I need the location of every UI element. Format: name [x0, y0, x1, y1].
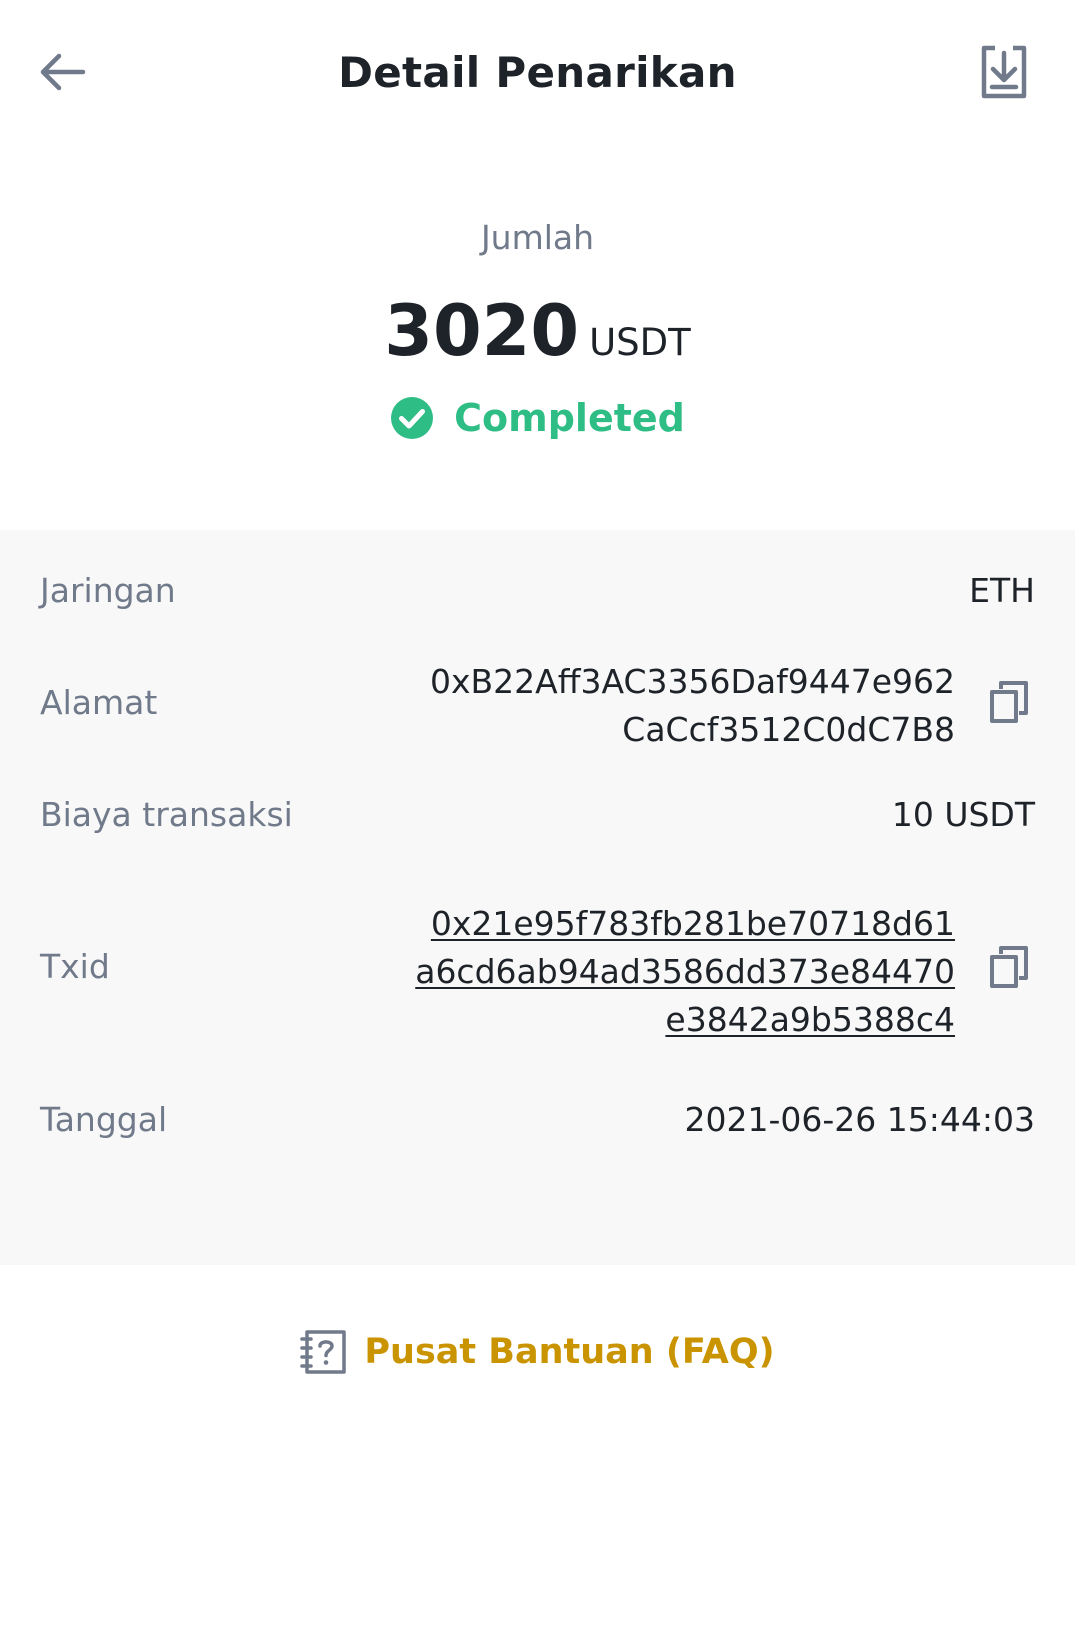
address-label: Alamat — [40, 683, 158, 722]
txid-label: Txid — [40, 947, 110, 986]
status-badge: Completed — [0, 396, 1075, 440]
fee-label: Biaya transaksi — [40, 795, 293, 834]
fee-value: 10 USDT — [891, 795, 1035, 834]
check-circle-icon — [391, 397, 434, 439]
txid-line[interactable]: e3842a9b5388c4 — [415, 996, 955, 1044]
txid-line[interactable]: 0x21e95f783fb281be70718d61 — [415, 900, 955, 948]
txid-line[interactable]: a6cd6ab94ad3586dd373e84470 — [415, 948, 955, 996]
app-header: Detail Penarikan — [0, 0, 1075, 150]
status-text: Completed — [454, 396, 685, 440]
address-value: 0xB22Aff3AC3356Daf9447e962 CaCcf3512C0dC… — [430, 658, 955, 754]
date-label: Tanggal — [40, 1100, 168, 1139]
amount-unit: USDT — [589, 321, 691, 364]
download-icon — [981, 45, 1027, 99]
help-center-link[interactable]: Pusat Bantuan (FAQ) — [0, 1328, 1075, 1376]
date-value: 2021-06-26 15:44:03 — [684, 1100, 1035, 1139]
copy-address-button[interactable] — [985, 678, 1033, 726]
address-line: 0xB22Aff3AC3356Daf9447e962 — [429, 662, 955, 701]
withdrawal-details-panel: Jaringan ETH Alamat 0xB22Aff3AC3356Daf94… — [0, 530, 1075, 1265]
amount-value: 3020 — [384, 290, 580, 372]
copy-icon — [990, 946, 1028, 988]
amount-display: 3020 USDT — [0, 290, 1075, 372]
address-line: CaCcf3512C0dC7B8 — [622, 710, 955, 749]
amount-label: Jumlah — [480, 218, 595, 257]
copy-icon — [990, 681, 1028, 723]
network-value: ETH — [969, 571, 1035, 610]
txid-value-link[interactable]: 0x21e95f783fb281be70718d61 a6cd6ab94ad35… — [415, 900, 955, 1044]
download-button[interactable] — [972, 40, 1036, 104]
copy-txid-button[interactable] — [985, 943, 1033, 991]
help-center-label[interactable]: Pusat Bantuan (FAQ) — [364, 1332, 774, 1372]
network-label: Jaringan — [40, 571, 176, 610]
page-title: Detail Penarikan — [338, 48, 737, 97]
help-center-icon — [300, 1330, 347, 1374]
